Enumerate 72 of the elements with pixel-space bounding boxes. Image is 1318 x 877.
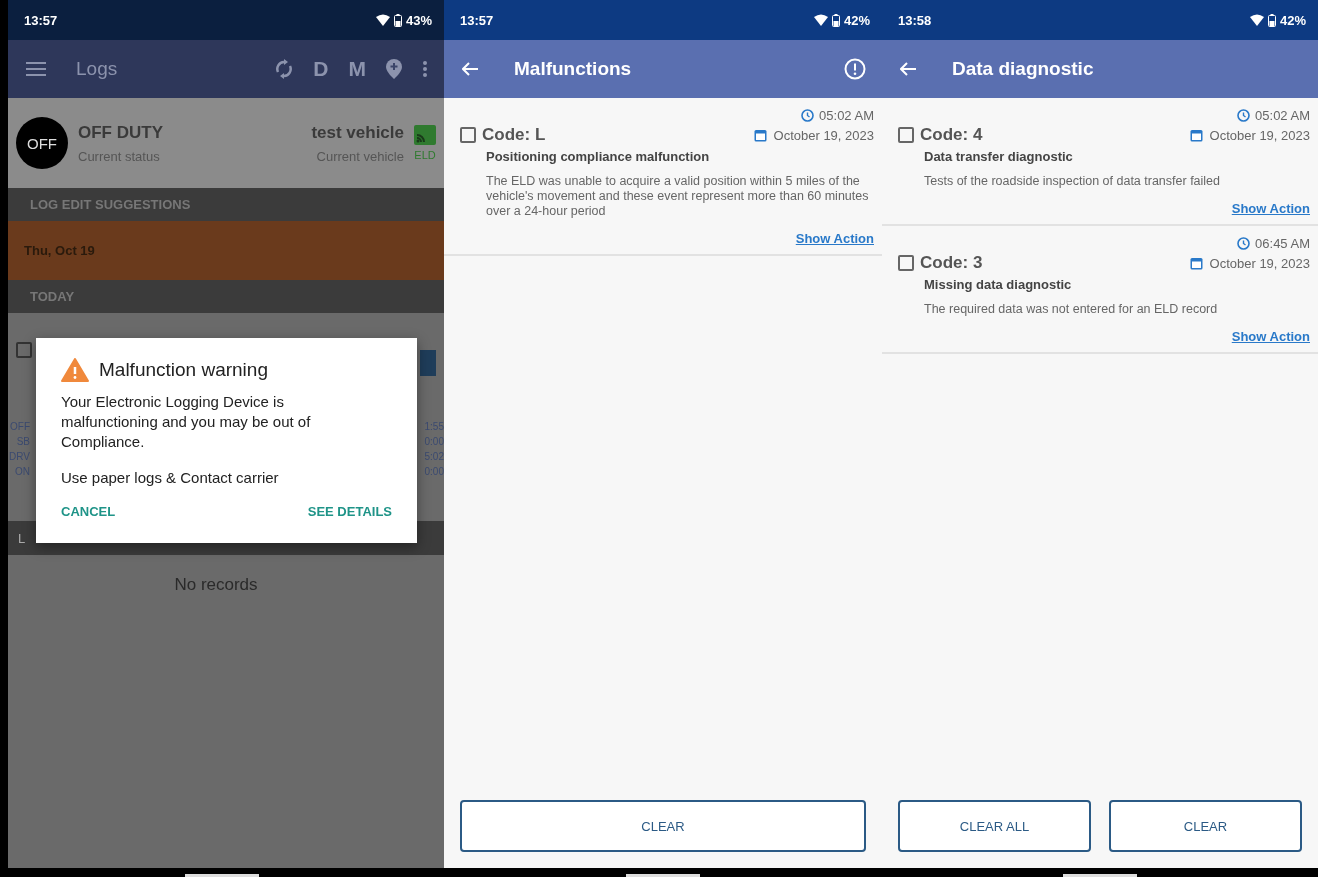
event-time: 05:02 AM bbox=[1255, 108, 1310, 123]
event-description: The ELD was unable to acquire a valid position within 5 miles of the vehicle's movement and these event represent more than 60 minutes over a 24-hour period bbox=[486, 174, 870, 219]
clock-time: 13:57 bbox=[460, 12, 494, 28]
event-time: 05:02 AM bbox=[819, 108, 874, 123]
location-pin-icon[interactable] bbox=[386, 59, 402, 79]
toolbar-title: Data diagnostic bbox=[952, 58, 1094, 80]
more-icon[interactable] bbox=[422, 60, 428, 78]
dialog-button[interactable]: CANCEL bbox=[61, 504, 116, 519]
calendar-icon bbox=[1189, 256, 1203, 270]
checkbox[interactable] bbox=[460, 127, 476, 143]
duty-status-badge: OFF bbox=[16, 117, 68, 169]
show-action-link[interactable]: Show Action bbox=[795, 231, 874, 246]
back-arrow-icon[interactable] bbox=[900, 62, 916, 76]
toolbar-button[interactable]: D bbox=[313, 57, 329, 81]
toolbar-title: Malfunctions bbox=[514, 58, 632, 80]
event-title: Data transfer diagnostic bbox=[924, 149, 1074, 164]
event-code: Code: L bbox=[482, 125, 546, 145]
eld-label: ELD bbox=[414, 149, 436, 161]
toolbar-title: Logs bbox=[76, 58, 118, 80]
wifi-icon bbox=[1249, 14, 1264, 26]
section-header: LOG EDIT SUGGESTIONS bbox=[8, 188, 444, 221]
dialog-button[interactable]: SEE DETAILS bbox=[307, 504, 392, 519]
clock-time: 13:57 bbox=[24, 12, 58, 28]
event-description: Tests of the roadside inspection of data transfer failed bbox=[924, 174, 1221, 189]
warning-icon bbox=[61, 358, 89, 382]
clock-time: 13:58 bbox=[898, 12, 932, 28]
info-icon[interactable] bbox=[844, 58, 866, 80]
event-code: Code: 3 bbox=[920, 253, 983, 273]
calendar-icon bbox=[753, 128, 767, 142]
clock-icon bbox=[1237, 237, 1251, 250]
battery-percent: 42% bbox=[843, 12, 870, 28]
dialog-title: Malfunction warning bbox=[99, 359, 268, 381]
dialog-message: Your Electronic Logging Device is malfunctioning and you may be out of Compliance. bbox=[61, 392, 312, 452]
show-action-link[interactable]: Show Action bbox=[1231, 329, 1310, 344]
section-header: TODAY bbox=[8, 280, 444, 313]
menu-icon[interactable] bbox=[26, 61, 46, 77]
event-title: Positioning compliance malfunction bbox=[486, 149, 711, 164]
event-title: Missing data diagnostic bbox=[924, 277, 1073, 292]
clear-button[interactable]: CLEAR ALL bbox=[898, 800, 1091, 852]
clear-button[interactable]: CLEAR bbox=[460, 800, 866, 852]
clock-icon bbox=[801, 109, 815, 122]
vehicle-name: test vehicle bbox=[311, 122, 404, 143]
toolbar-button[interactable]: M bbox=[348, 57, 366, 81]
duty-status: OFF DUTY bbox=[78, 122, 163, 143]
event-time: 06:45 AM bbox=[1255, 236, 1310, 251]
battery-icon bbox=[393, 13, 402, 27]
show-action-link[interactable]: Show Action bbox=[1231, 201, 1310, 216]
checkbox[interactable] bbox=[898, 255, 914, 271]
home-handle[interactable] bbox=[185, 874, 259, 877]
clock-icon bbox=[1237, 109, 1251, 122]
checkbox[interactable] bbox=[898, 127, 914, 143]
dialog-instruction: Use paper logs & Contact carrier bbox=[61, 468, 280, 488]
event-date: October 19, 2023 bbox=[1209, 255, 1310, 271]
sync-icon[interactable] bbox=[275, 59, 294, 79]
wifi-icon bbox=[813, 14, 828, 26]
checkbox[interactable] bbox=[16, 342, 32, 358]
event-code: Code: 4 bbox=[920, 125, 983, 145]
clear-button[interactable]: CLEAR bbox=[1109, 800, 1302, 852]
empty-message: No records bbox=[173, 575, 259, 595]
calendar-icon bbox=[1189, 128, 1203, 142]
event-date: October 19, 2023 bbox=[773, 127, 874, 143]
event-date: October 19, 2023 bbox=[1209, 127, 1310, 143]
battery-icon bbox=[1267, 13, 1276, 27]
back-arrow-icon[interactable] bbox=[462, 62, 478, 76]
battery-icon bbox=[831, 13, 840, 27]
wifi-icon bbox=[375, 14, 390, 26]
battery-percent: 42% bbox=[1279, 12, 1306, 28]
cast-icon bbox=[414, 125, 436, 145]
home-handle[interactable] bbox=[626, 874, 700, 877]
battery-percent: 43% bbox=[405, 12, 432, 28]
event-description: The required data was not entered for an ELD record bbox=[924, 302, 1219, 317]
home-handle[interactable] bbox=[1063, 874, 1137, 877]
